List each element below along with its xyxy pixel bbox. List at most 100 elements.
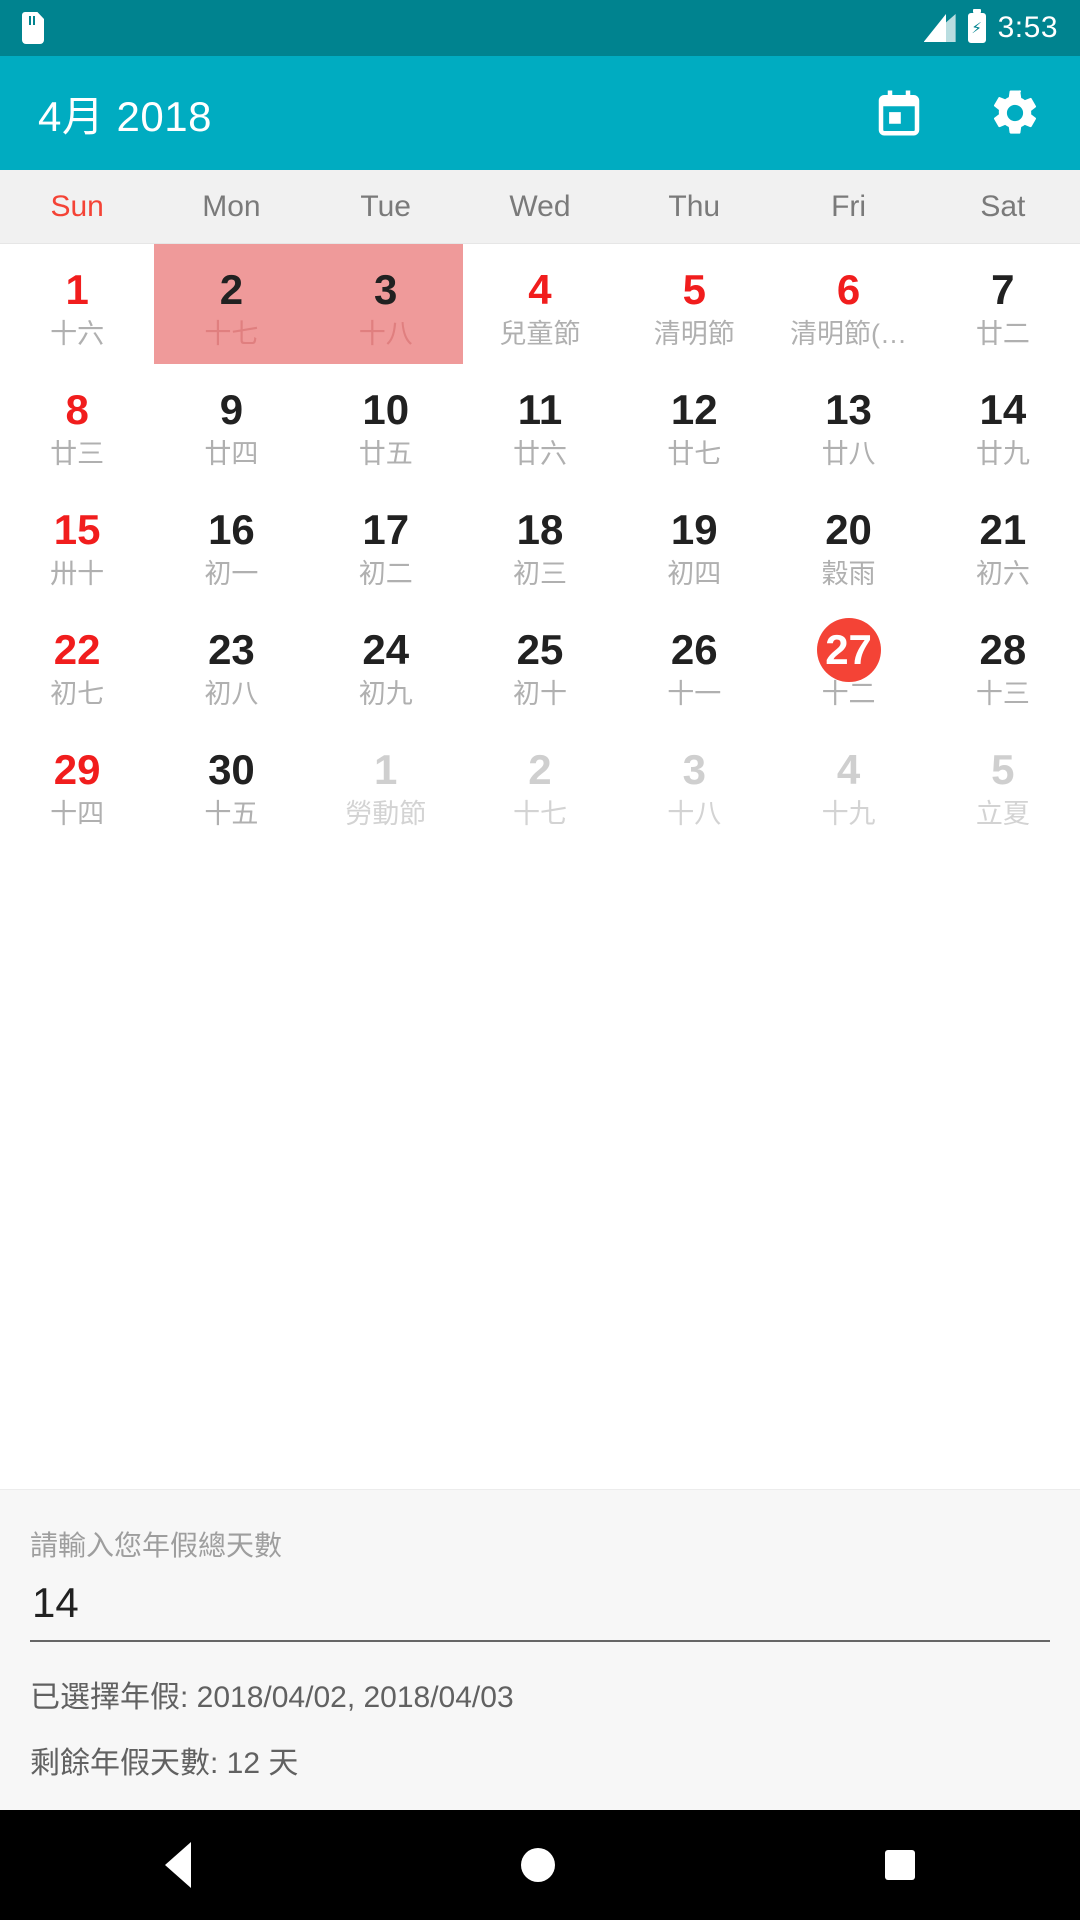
calendar-day-cell[interactable]: 10 廿五: [309, 364, 463, 484]
calendar-day-cell[interactable]: 2 十七: [463, 724, 617, 844]
settings-gear-icon[interactable]: [988, 86, 1042, 140]
calendar-day-cell[interactable]: 1 勞動節: [309, 724, 463, 844]
calendar-day-cell[interactable]: 7 廿二: [926, 244, 1080, 364]
app-screen: 3:53 4月 2018 Sun Mon Tue Wed Thu Fri Sat 1 十六 2 十…: [0, 0, 1080, 1920]
calendar-day-number: 26: [670, 626, 718, 674]
calendar-day-number: 9: [219, 386, 244, 434]
calendar-day-cell[interactable]: 9 廿四: [154, 364, 308, 484]
calendar-day-cell[interactable]: 4 十九: [771, 724, 925, 844]
calendar-day-cell[interactable]: 24 初九: [309, 604, 463, 724]
back-button[interactable]: [165, 1842, 191, 1888]
calendar-day-lunar-label: 十六: [50, 319, 105, 350]
calendar-day-cell[interactable]: 30 十五: [154, 724, 308, 844]
calendar-day-cell[interactable]: 1 十六: [0, 244, 154, 364]
weekday-sun: Sun: [50, 189, 104, 223]
calendar-day-cell[interactable]: 19 初四: [617, 484, 771, 604]
calendar-day-cell[interactable]: 25 初十: [463, 604, 617, 724]
calendar-week-row: 29 十四 30 十五 1 勞動節 2 十七 3 十八 4 十九 5 立夏: [0, 724, 1080, 844]
android-nav-bar: [0, 1810, 1080, 1920]
calendar-day-lunar-label: 十四: [50, 799, 105, 830]
status-bar-clock: 3:53: [997, 11, 1058, 44]
calendar-day-cell[interactable]: 5 立夏: [926, 724, 1080, 844]
calendar-day-cell[interactable]: 18 初三: [463, 484, 617, 604]
calendar-day-number: 7: [991, 266, 1015, 314]
recents-button[interactable]: [885, 1850, 915, 1880]
calendar-day-number: 24: [362, 626, 410, 674]
calendar-day-cell[interactable]: 2 十七: [154, 244, 309, 364]
status-bar-left: [22, 12, 44, 44]
status-bar: 3:53: [0, 0, 1080, 56]
home-button[interactable]: [521, 1848, 555, 1882]
calendar-day-cell[interactable]: 15 卅十: [0, 484, 154, 604]
calendar-day-cell[interactable]: 29 十四: [0, 724, 154, 844]
weekday-fri: Fri: [831, 189, 867, 223]
calendar-day-number: 29: [53, 746, 101, 794]
today-calendar-icon[interactable]: [872, 86, 926, 140]
calendar-day-number: 10: [362, 386, 410, 434]
calendar-day-lunar-label: 勞動節: [345, 799, 427, 830]
battery-charging-icon: [967, 13, 986, 43]
calendar-day-cell[interactable]: 22 初七: [0, 604, 154, 724]
calendar-day-lunar-label: 初十: [512, 679, 567, 710]
calendar-day-lunar-label: 廿八: [821, 439, 876, 470]
calendar-day-number: 3: [682, 746, 706, 794]
calendar-day-cell[interactable]: 27 十二: [771, 604, 925, 724]
calendar-day-cell[interactable]: 11 廿六: [463, 364, 617, 484]
calendar-day-lunar-label: 初三: [512, 559, 567, 590]
calendar-day-lunar-label: 十七: [512, 799, 567, 830]
calendar-day-cell[interactable]: 3 十八: [308, 244, 463, 364]
calendar-day-lunar-label: 初一: [204, 559, 259, 590]
empty-area: [0, 844, 1080, 1489]
calendar-day-lunar-label: 廿九: [975, 439, 1030, 470]
calendar-day-cell[interactable]: 8 廿三: [0, 364, 154, 484]
calendar-day-cell[interactable]: 26 十一: [617, 604, 771, 724]
leave-days-label: 請輸入您年假總天數: [30, 1529, 283, 1561]
calendar-day-number: 14: [979, 386, 1027, 434]
calendar-day-cell[interactable]: 14 廿九: [926, 364, 1080, 484]
calendar-day-number: 4: [528, 266, 552, 314]
calendar-day-number: 2: [219, 266, 244, 314]
weekday-thu: Thu: [668, 189, 721, 223]
calendar-day-number: 12: [670, 386, 718, 434]
calendar-day-number: 16: [208, 506, 255, 554]
calendar-day-lunar-label: 十八: [667, 799, 722, 830]
calendar-day-cell[interactable]: 4 兒童節: [463, 244, 617, 364]
calendar-day-number: 8: [65, 386, 89, 434]
calendar-day-cell[interactable]: 23 初八: [154, 604, 308, 724]
weekday-header: Sun Mon Tue Wed Thu Fri Sat: [0, 170, 1080, 244]
calendar-day-lunar-label: 廿三: [50, 439, 105, 470]
calendar-day-cell[interactable]: 28 十三: [926, 604, 1080, 724]
signal-icon: [923, 14, 956, 42]
calendar-day-lunar-label: 十一: [667, 679, 722, 710]
calendar-day-cell[interactable]: 5 清明節: [617, 244, 771, 364]
calendar-day-lunar-label: 廿五: [358, 439, 413, 470]
calendar-day-lunar-label: 廿六: [512, 439, 567, 470]
calendar-day-number: 1: [374, 746, 398, 794]
weekday-sat: Sat: [980, 189, 1026, 223]
calendar-day-cell[interactable]: 3 十八: [617, 724, 771, 844]
calendar-day-number: 25: [516, 626, 564, 674]
calendar-day-number: 13: [825, 386, 872, 434]
calendar-day-cell[interactable]: 20 穀雨: [771, 484, 925, 604]
leave-days-input[interactable]: 14: [30, 1574, 1050, 1642]
calendar-day-cell[interactable]: 16 初一: [154, 484, 308, 604]
calendar-day-lunar-label: 立夏: [975, 799, 1030, 830]
calendar-day-lunar-label: 十七: [204, 319, 259, 350]
calendar-day-lunar-label: 清明節: [653, 319, 735, 350]
calendar-day-cell[interactable]: 21 初六: [926, 484, 1080, 604]
calendar-week-row: 1 十六 2 十七 3 十八 4 兒童節 5 清明節 6 清明節(… 7 廿二: [0, 244, 1080, 364]
calendar-day-cell[interactable]: 13 廿八: [771, 364, 925, 484]
calendar-day-number: 22: [53, 626, 101, 674]
calendar-day-lunar-label: 廿二: [975, 319, 1030, 350]
calendar-week-row: 15 卅十 16 初一 17 初二 18 初三 19 初四 20 穀雨 21 初六: [0, 484, 1080, 604]
calendar-day-lunar-label: 十二: [821, 679, 876, 710]
selected-leave-text: 已選擇年假: 2018/04/02, 2018/04/03: [30, 1681, 514, 1714]
app-bar: 4月 2018: [0, 56, 1080, 170]
calendar-day-lunar-label: 十九: [821, 799, 876, 830]
calendar-day-lunar-label: 穀雨: [821, 559, 876, 590]
sd-card-icon: [22, 12, 44, 44]
calendar-day-number: 5: [991, 746, 1015, 794]
calendar-day-cell[interactable]: 12 廿七: [617, 364, 771, 484]
calendar-day-cell[interactable]: 17 初二: [309, 484, 463, 604]
calendar-day-cell[interactable]: 6 清明節(…: [771, 244, 925, 364]
